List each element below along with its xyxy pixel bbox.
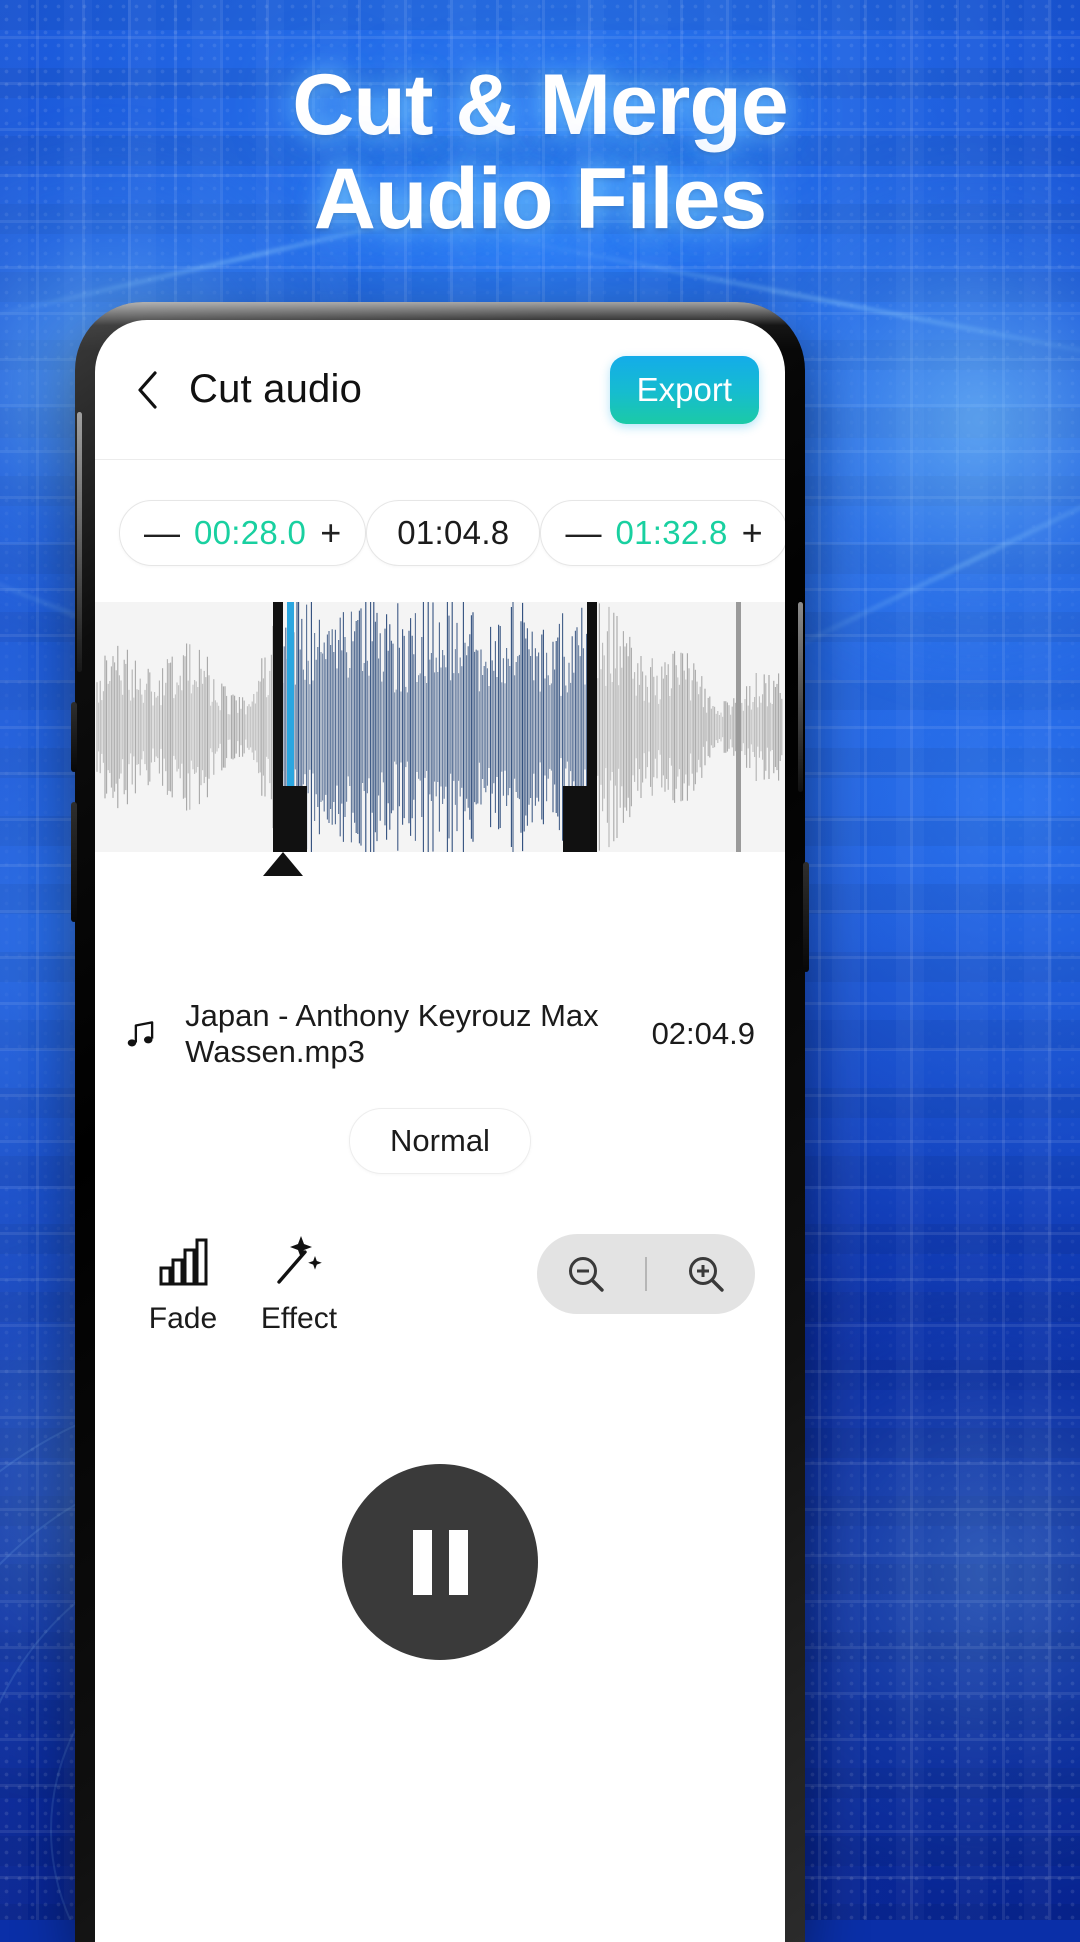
file-info-row: Japan - Anthony Keyrouz Max Wassen.mp3 0… (95, 998, 785, 1070)
increment-icon[interactable]: + (320, 515, 341, 551)
tools-row: Fade Effect (95, 1230, 785, 1336)
trim-controls-row: — 00:28.0 + 01:04.8 — 01:32.8 + (95, 460, 785, 566)
pause-icon-bar (448, 1529, 468, 1595)
effect-tool[interactable]: Effect (241, 1230, 357, 1336)
pause-icon-bar (412, 1529, 432, 1595)
back-button[interactable] (121, 363, 175, 417)
speed-chip[interactable]: Normal (349, 1108, 531, 1174)
speed-row: Normal (95, 1108, 785, 1174)
phone-edge-highlight (798, 602, 803, 792)
page-title: Cut audio (189, 367, 363, 411)
zoom-in-icon[interactable] (683, 1251, 729, 1297)
fade-tool[interactable]: Fade (125, 1230, 241, 1336)
chevron-left-icon (138, 370, 157, 409)
trim-start-value: 00:28.0 (194, 514, 307, 551)
waveform-end-marker (736, 602, 741, 852)
phone-screen: Cut audio Export — 00:28.0 + 01:04.8 — 0… (95, 320, 785, 1942)
zoom-controls (537, 1234, 755, 1314)
effect-label: Effect (260, 1302, 338, 1335)
pause-button[interactable] (342, 1464, 538, 1660)
phone-mockup: Cut audio Export — 00:28.0 + 01:04.8 — 0… (71, 302, 809, 1942)
fade-bars-icon (155, 1230, 211, 1288)
promo-headline: Cut & Merge Audio Files (0, 58, 1080, 246)
phone-power-button (803, 862, 809, 972)
zoom-out-icon[interactable] (563, 1251, 609, 1297)
magic-wand-icon (271, 1230, 327, 1288)
trim-end-stepper[interactable]: — 01:32.8 + (540, 500, 785, 566)
trim-end-value: 01:32.8 (615, 514, 728, 551)
transport-row (95, 1464, 785, 1660)
playhead-pointer[interactable] (263, 852, 303, 876)
waveform-canvas[interactable] (95, 602, 785, 852)
increment-icon[interactable]: + (742, 515, 763, 551)
file-name: Japan - Anthony Keyrouz Max Wassen.mp3 (185, 998, 599, 1069)
music-note-icon (127, 1021, 154, 1047)
phone-volume-down-button (71, 802, 77, 922)
headline-line-2: Audio Files (313, 151, 767, 247)
app-header: Cut audio Export (95, 320, 785, 460)
trim-handle-left[interactable] (273, 602, 307, 852)
phone-volume-up-button (71, 702, 77, 772)
export-button[interactable]: Export (609, 355, 759, 424)
decrement-icon[interactable]: — (144, 515, 180, 551)
fade-label: Fade (148, 1302, 218, 1335)
selection-duration-value: 01:04.8 (397, 514, 510, 551)
trim-start-stepper[interactable]: — 00:28.0 + (119, 500, 367, 566)
file-duration: 02:04.9 (651, 1016, 755, 1051)
decrement-icon[interactable]: — (565, 515, 601, 551)
zoom-divider (645, 1257, 647, 1291)
waveform-graphic (96, 602, 783, 852)
trim-handle-right[interactable] (563, 602, 597, 852)
phone-edge-highlight (77, 412, 82, 672)
selection-duration-chip: 01:04.8 (366, 500, 541, 566)
waveform-section: 00:29.9 (95, 600, 785, 876)
headline-line-1: Cut & Merge (292, 57, 788, 153)
